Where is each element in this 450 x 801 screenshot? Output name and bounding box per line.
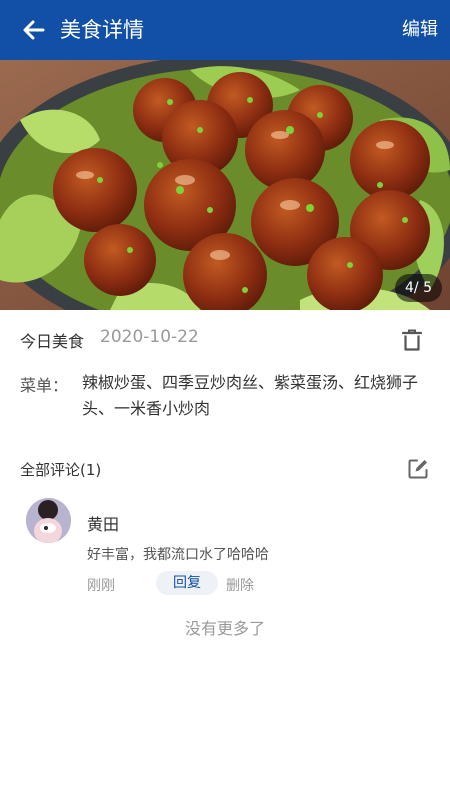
reply-button[interactable]: 回复	[156, 571, 218, 595]
food-photo	[0, 60, 450, 310]
comment-time: 刚刚	[87, 578, 115, 594]
trash-icon	[401, 329, 423, 351]
write-comment-button[interactable]	[405, 456, 431, 482]
food-image-carousel[interactable]: 4/ 5	[0, 60, 450, 310]
page-title: 美食详情	[60, 18, 144, 42]
edit-icon	[408, 459, 428, 479]
comment-text: 好丰富，我都流口水了哈哈哈	[87, 547, 269, 563]
top-bar: 美食详情 编辑	[0, 0, 450, 60]
menu-label: 菜单：	[20, 376, 69, 395]
meal-meta: 今日美食 2020-10-22	[20, 325, 430, 355]
back-button[interactable]	[18, 14, 50, 46]
delete-comment-button[interactable]: 删除	[226, 575, 254, 595]
comments-header: 全部评论(1)	[20, 456, 435, 482]
comment-item: 黄田 好丰富，我都流口水了哈哈哈 刚刚 回复 删除	[26, 498, 426, 598]
comments-title: 全部评论(1)	[20, 461, 102, 479]
page-indicator: 4/ 5	[395, 274, 442, 302]
comment-username: 黄田	[87, 515, 120, 534]
menu-items-text: 辣椒炒蛋、四季豆炒肉丝、紫菜蛋汤、红烧狮子头、一米香小炒肉	[82, 373, 419, 418]
delete-meal-button[interactable]	[398, 325, 426, 355]
edit-button[interactable]: 编辑	[402, 16, 438, 44]
avatar-image	[26, 498, 71, 543]
no-more-text: 没有更多了	[184, 619, 265, 638]
meal-date: 2020-10-22	[100, 327, 199, 347]
meal-label: 今日美食	[20, 332, 85, 351]
arrow-left-icon	[23, 20, 45, 40]
avatar[interactable]	[26, 498, 71, 543]
